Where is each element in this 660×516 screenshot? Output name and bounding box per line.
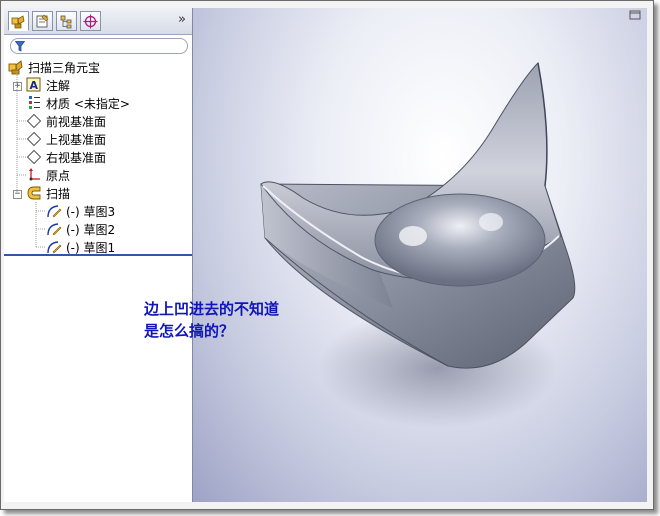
property-icon: [36, 14, 49, 27]
graphics-area[interactable]: [193, 8, 647, 502]
target-icon: [83, 14, 98, 28]
tree-filter-input[interactable]: [10, 38, 188, 54]
tree-item-label: (-) 草图1: [66, 240, 116, 255]
feature-tree-tab[interactable]: [8, 11, 29, 31]
feature-manager-panel: » 扫描三角元宝 + A 注解: [4, 8, 193, 502]
filter-icon: [15, 41, 25, 52]
panel-tabs: »: [4, 8, 192, 35]
property-tab[interactable]: [32, 11, 53, 31]
tree-item-label: (-) 草图3: [66, 204, 116, 219]
rollback-bar[interactable]: [4, 254, 192, 256]
part-model: [260, 61, 576, 428]
question-line-1: 边上凹进去的不知道: [144, 300, 280, 318]
configuration-icon: [60, 15, 72, 28]
more-tabs-button[interactable]: »: [178, 12, 186, 28]
tree-connectors: [16, 67, 46, 248]
dimxpert-tab[interactable]: [80, 11, 101, 31]
question-line-2: 是怎么搞的？: [144, 322, 235, 340]
tree-item-label: (-) 草图2: [66, 222, 116, 237]
configuration-tab[interactable]: [56, 11, 77, 31]
question-annotation: 边上凹进去的不知道 是怎么搞的？: [144, 298, 279, 342]
feature-tree-icon: [11, 14, 25, 28]
